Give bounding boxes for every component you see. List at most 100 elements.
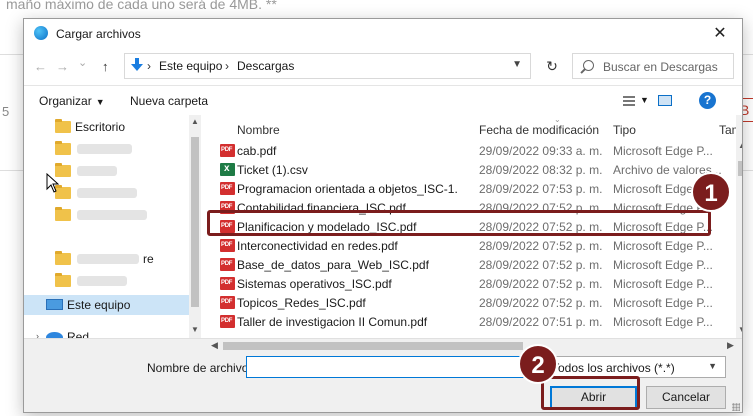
pdf-file-icon	[220, 258, 235, 271]
file-list-vertical-scrollbar[interactable]: ▲ ▼	[736, 115, 742, 338]
file-type: Microsoft Edge P...	[613, 296, 713, 310]
scrollbar-thumb[interactable]	[191, 137, 199, 307]
nav-item-label: Escritorio	[75, 120, 126, 134]
breadcrumb-separator: ›	[225, 59, 229, 73]
file-row[interactable]: cab.pdf 29/09/2022 09:33 a. m. Microsoft…	[207, 141, 736, 160]
address-dropdown-chevron-icon[interactable]: ▼	[512, 59, 522, 70]
filename-input[interactable]	[246, 356, 537, 378]
back-arrow-icon[interactable]: ←	[34, 59, 47, 74]
file-list-horizontal-scrollbar[interactable]: ◀ ▶	[207, 339, 742, 353]
background-left-letter: 5	[2, 104, 10, 119]
downloads-arrow-icon	[131, 58, 143, 71]
dialog-toolbar: Organizar ▼ Nueva carpeta ▼ ?	[24, 85, 742, 116]
dialog-titlebar[interactable]: Cargar archivos ✕	[24, 19, 742, 49]
up-folder-arrow-icon[interactable]: ↑	[102, 59, 109, 74]
organize-label: Organizar	[39, 94, 92, 108]
new-folder-button[interactable]: Nueva carpeta	[130, 94, 208, 108]
file-date: 29/09/2022 09:33 a. m.	[479, 144, 603, 158]
nav-item-folder[interactable]: re	[24, 249, 189, 269]
file-row[interactable]: Taller de investigacion II Comun.pdf 28/…	[207, 312, 736, 331]
nav-item-este-equipo[interactable]: Este equipo	[24, 295, 189, 315]
folder-icon	[55, 251, 71, 265]
file-row[interactable]: Base_de_datos_para_Web_ISC.pdf 28/09/202…	[207, 255, 736, 274]
mouse-cursor-icon	[46, 173, 60, 193]
search-box	[572, 53, 734, 79]
refresh-icon[interactable]: ↻	[538, 53, 566, 79]
redacted-label	[77, 276, 127, 286]
folder-icon	[55, 207, 71, 221]
breadcrumb-este-equipo[interactable]: Este equipo	[159, 59, 222, 73]
file-row[interactable]: Sistemas operativos_ISC.pdf 28/09/2022 0…	[207, 274, 736, 293]
search-input[interactable]	[601, 58, 733, 76]
pdf-file-icon	[220, 239, 235, 252]
address-bar[interactable]: › Este equipo › Descargas ▼	[124, 53, 531, 79]
file-date: 28/09/2022 08:32 p. m.	[479, 163, 603, 177]
browser-app-icon	[34, 26, 48, 40]
organize-menu-button[interactable]: Organizar ▼	[39, 94, 105, 108]
recent-locations-chevron-icon[interactable]: ⌄	[78, 56, 87, 69]
nav-pane-scrollbar[interactable]: ▲ ▼	[189, 115, 201, 338]
scroll-up-arrow-icon[interactable]: ▲	[191, 117, 199, 126]
file-type-filter-select[interactable]: Todos los archivos (*.*) ▼	[543, 356, 726, 378]
file-row[interactable]: Programacion orientada a objetos_ISC-1..…	[207, 179, 736, 198]
column-header-name[interactable]: Nombre	[237, 123, 280, 137]
view-options-icon[interactable]	[623, 96, 635, 106]
file-row[interactable]: Ticket (1).csv 28/09/2022 08:32 p. m. Ar…	[207, 160, 736, 179]
computer-icon	[46, 299, 63, 310]
redacted-label	[77, 144, 132, 154]
pdf-file-icon	[220, 182, 235, 195]
redacted-label	[77, 188, 137, 198]
preview-pane-icon[interactable]	[658, 95, 672, 106]
step-badge-2: 2	[518, 344, 558, 384]
file-name: cab.pdf	[237, 144, 277, 158]
dialog-title: Cargar archivos	[56, 27, 141, 41]
file-date: 28/09/2022 07:52 p. m.	[479, 258, 603, 272]
filename-label: Nombre de archivo:	[147, 361, 252, 375]
file-row[interactable]: Topicos_Redes_ISC.pdf 28/09/2022 07:52 p…	[207, 293, 736, 312]
nav-item-escritorio[interactable]: Escritorio	[24, 117, 189, 137]
scrollbar-thumb[interactable]	[223, 342, 523, 350]
redacted-label	[77, 254, 139, 264]
scroll-up-arrow-icon[interactable]: ▲	[738, 141, 742, 150]
pdf-file-icon	[220, 144, 235, 157]
folder-icon	[55, 141, 71, 155]
scroll-right-arrow-icon[interactable]: ▶	[727, 340, 734, 351]
file-date: 28/09/2022 07:52 p. m.	[479, 239, 603, 253]
nav-item-label: Este equipo	[67, 298, 131, 312]
column-header-type[interactable]: Tipo	[613, 123, 636, 137]
file-type: Microsoft Edge P...	[613, 277, 713, 291]
chevron-right-icon[interactable]: ›	[36, 331, 39, 338]
chevron-down-icon: ▼	[95, 97, 105, 107]
file-name: Base_de_datos_para_Web_ISC.pdf	[237, 258, 429, 272]
help-icon[interactable]: ?	[699, 92, 716, 109]
scroll-left-arrow-icon[interactable]: ◀	[211, 340, 218, 351]
pdf-file-icon	[220, 296, 235, 309]
search-icon	[583, 60, 594, 71]
file-name: Interconectividad en redes.pdf	[237, 239, 398, 253]
pdf-file-icon	[220, 315, 235, 328]
close-button[interactable]: ✕	[698, 19, 742, 49]
breadcrumb-descargas[interactable]: Descargas	[237, 59, 294, 73]
file-date: 28/09/2022 07:53 p. m.	[479, 182, 603, 196]
forward-arrow-icon[interactable]: →	[56, 59, 69, 74]
nav-item-folder[interactable]	[24, 271, 189, 291]
file-name: Programacion orientada a objetos_ISC-1..…	[237, 182, 457, 196]
resize-grip-icon[interactable]	[732, 403, 740, 411]
scroll-down-arrow-icon[interactable]: ▼	[191, 325, 199, 334]
file-type: Microsoft Edge P...	[613, 239, 713, 253]
file-type: Microsoft Edge P...	[613, 144, 713, 158]
address-row: ← → ⌄ ↑ › Este equipo › Descargas ▼ ↻	[24, 49, 742, 85]
chevron-down-icon: ▼	[708, 361, 717, 371]
column-header-date[interactable]: Fecha de modificación	[479, 123, 599, 137]
cancel-button[interactable]: Cancelar	[646, 386, 726, 409]
step-badge-1: 1	[691, 172, 731, 212]
scroll-down-arrow-icon[interactable]: ▼	[738, 325, 742, 334]
chevron-down-icon[interactable]: ▼	[640, 95, 649, 105]
nav-item-folder[interactable]	[24, 205, 189, 225]
scrollbar-thumb[interactable]	[738, 161, 742, 176]
nav-item-red[interactable]: › Red	[24, 327, 189, 338]
file-row[interactable]: Interconectividad en redes.pdf 28/09/202…	[207, 236, 736, 255]
folder-icon	[55, 273, 71, 287]
nav-item-folder[interactable]	[24, 139, 189, 159]
file-date: 28/09/2022 07:52 p. m.	[479, 277, 603, 291]
